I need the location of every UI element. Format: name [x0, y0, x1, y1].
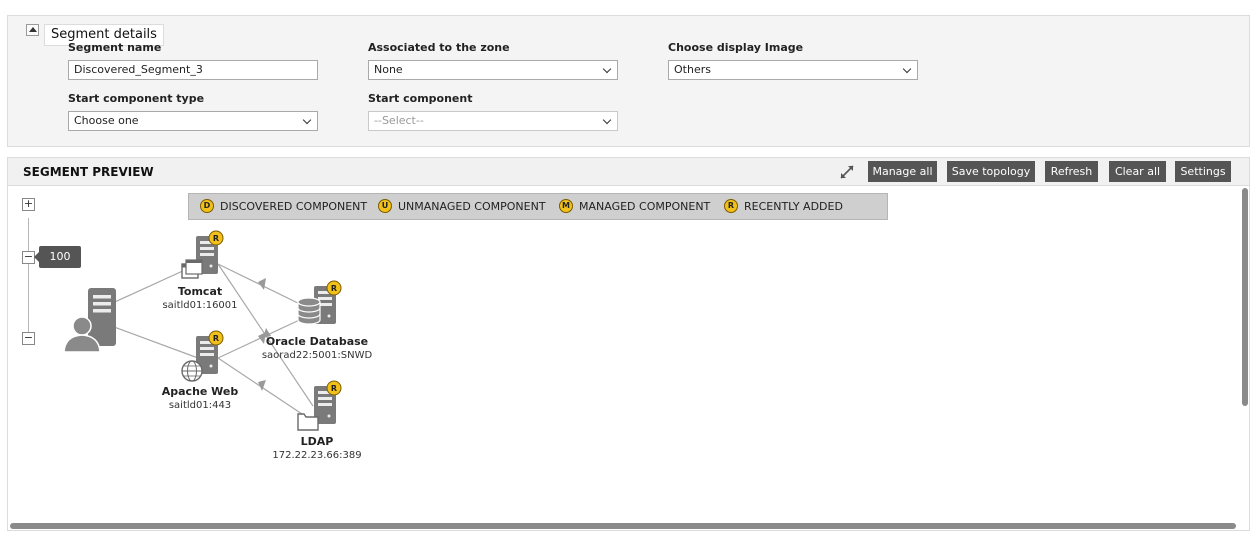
segment-preview-panel: SEGMENT PREVIEW Manage all Save topology… — [7, 157, 1250, 531]
display-image-label: Choose display Image — [668, 41, 804, 54]
chevron-down-icon — [302, 115, 312, 125]
zone-value: None — [374, 63, 403, 76]
user-server-icon[interactable] — [63, 288, 116, 353]
apache-node-address: saitld01:443 — [168, 400, 232, 411]
display-image-value: Others — [674, 63, 711, 76]
segment-name-value: Discovered_Segment_3 — [74, 63, 203, 76]
start-component-type-label: Start component type — [68, 92, 205, 105]
expand-icon[interactable] — [839, 164, 855, 180]
tomcat-badge-letter: R — [213, 234, 219, 243]
topology-canvas: R R R R — [63, 230, 342, 431]
chevron-down-icon — [602, 64, 612, 74]
save-topology-button[interactable]: Save topology — [947, 161, 1035, 182]
oracle-recently-added-badge-icon: R — [326, 280, 342, 296]
vertical-scrollbar[interactable] — [1242, 188, 1248, 406]
zone-select[interactable]: None — [368, 60, 618, 80]
settings-button[interactable]: Settings — [1175, 161, 1231, 182]
chevron-down-icon — [902, 64, 912, 74]
segment-name-label: Segment name — [68, 41, 162, 54]
ldap-recently-added-badge-icon: R — [326, 380, 342, 396]
ldap-badge-letter: R — [331, 384, 337, 393]
apache-node-name: Apache Web — [161, 385, 239, 398]
tomcat-node-address: saitld01:16001 — [162, 300, 238, 311]
start-component-label: Start component — [368, 92, 473, 105]
zone-label: Associated to the zone — [368, 41, 510, 54]
start-component-value: --Select-- — [374, 114, 424, 127]
display-image-select[interactable]: Others — [668, 60, 918, 80]
collapse-toggle-icon[interactable] — [26, 24, 39, 36]
horizontal-scrollbar[interactable] — [10, 523, 1236, 529]
oracle-badge-letter: R — [331, 284, 337, 293]
clear-all-button[interactable]: Clear all — [1109, 161, 1166, 182]
refresh-button[interactable]: Refresh — [1045, 161, 1098, 182]
preview-header: SEGMENT PREVIEW Manage all Save topology… — [8, 158, 1249, 186]
ldap-node-address: 172.22.23.66:389 — [272, 450, 362, 461]
apache-recently-added-badge-icon: R — [208, 330, 224, 346]
start-component-type-value: Choose one — [74, 114, 139, 127]
tomcat-recently-added-badge-icon: R — [208, 230, 224, 246]
manage-all-button[interactable]: Manage all — [868, 161, 937, 182]
start-component-type-select[interactable]: Choose one — [68, 111, 318, 131]
tomcat-node-name: Tomcat — [177, 285, 223, 298]
oracle-node-name: Oracle Database — [265, 335, 369, 348]
segment-details-panel: Segment details Segment name Discovered_… — [7, 15, 1250, 147]
preview-title: SEGMENT PREVIEW — [23, 165, 154, 179]
chevron-down-icon — [602, 115, 612, 125]
segment-name-input[interactable]: Discovered_Segment_3 — [68, 60, 318, 80]
apache-badge-letter: R — [213, 334, 219, 343]
ldap-node-name: LDAP — [300, 435, 334, 448]
start-component-select[interactable]: --Select-- — [368, 111, 618, 131]
oracle-node-address: saorad22:5001:SNWD — [261, 350, 373, 361]
